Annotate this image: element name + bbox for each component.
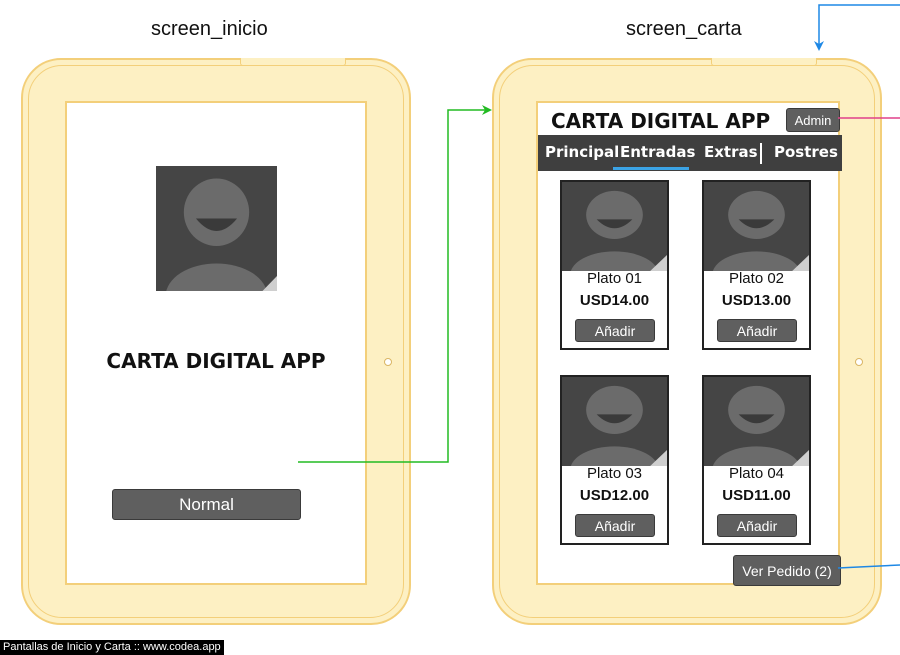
dish-name: Plato 03 [586,465,643,482]
app-title: CARTA DIGITAL APP [551,109,771,133]
tab-divider [760,143,762,164]
dish-price: USD11.00 [722,487,791,504]
tablet-home-button [384,358,392,366]
dish-price: USD14.00 [579,292,650,309]
screen-carta: CARTA DIGITAL APP Admin Principal Entrad… [536,101,842,586]
screen-title-inicio: screen_inicio [151,18,268,40]
category-nav: Principal Entradas Extras Postres [538,135,842,171]
add-dish-button[interactable]: Añadir [717,319,797,342]
add-dish-button[interactable]: Añadir [575,514,655,537]
add-dish-button[interactable]: Añadir [575,319,655,342]
app-title: CARTA DIGITAL APP [106,349,326,373]
dish-price: USD12.00 [579,487,650,504]
dish-name: Plato 02 [728,270,785,287]
tablet-top-button [240,58,346,66]
dish-image-icon [704,182,809,271]
tab-entradas[interactable]: Entradas [620,135,695,169]
image-caption: Pantallas de Inicio y Carta :: www.codea… [0,640,224,655]
screen-inicio: CARTA DIGITAL APP Normal [65,101,367,585]
dish-name: Plato 04 [728,465,785,482]
tablet-frame-carta: CARTA DIGITAL APP Admin Principal Entrad… [492,58,882,625]
add-dish-button[interactable]: Añadir [717,514,797,537]
admin-button[interactable]: Admin [786,108,840,132]
dish-image-icon [562,182,667,271]
active-tab-indicator [613,167,689,170]
dish-image-icon [704,377,809,466]
dish-card: Plato 02 USD13.00 Añadir [702,180,811,350]
tablet-top-button [711,58,817,66]
dish-name: Plato 01 [586,270,643,287]
tablet-frame-inicio: CARTA DIGITAL APP Normal [21,58,411,625]
dish-image-icon [562,377,667,466]
tab-extras[interactable]: Extras [704,135,758,169]
screen-title-carta: screen_carta [626,18,742,40]
tab-postres[interactable]: Postres [774,135,838,169]
tab-principal[interactable]: Principal [545,135,619,169]
logo-placeholder-icon [156,166,277,291]
connector-incoming-carta [814,4,900,51]
dish-card: Plato 03 USD12.00 Añadir [560,375,669,545]
dish-card: Plato 01 USD14.00 Añadir [560,180,669,350]
dish-price: USD13.00 [721,292,792,309]
normal-button[interactable]: Normal [112,489,301,520]
tablet-home-button [855,358,863,366]
dish-card: Plato 04 USD11.00 Añadir [702,375,811,545]
ver-pedido-button[interactable]: Ver Pedido (2) [733,555,841,586]
